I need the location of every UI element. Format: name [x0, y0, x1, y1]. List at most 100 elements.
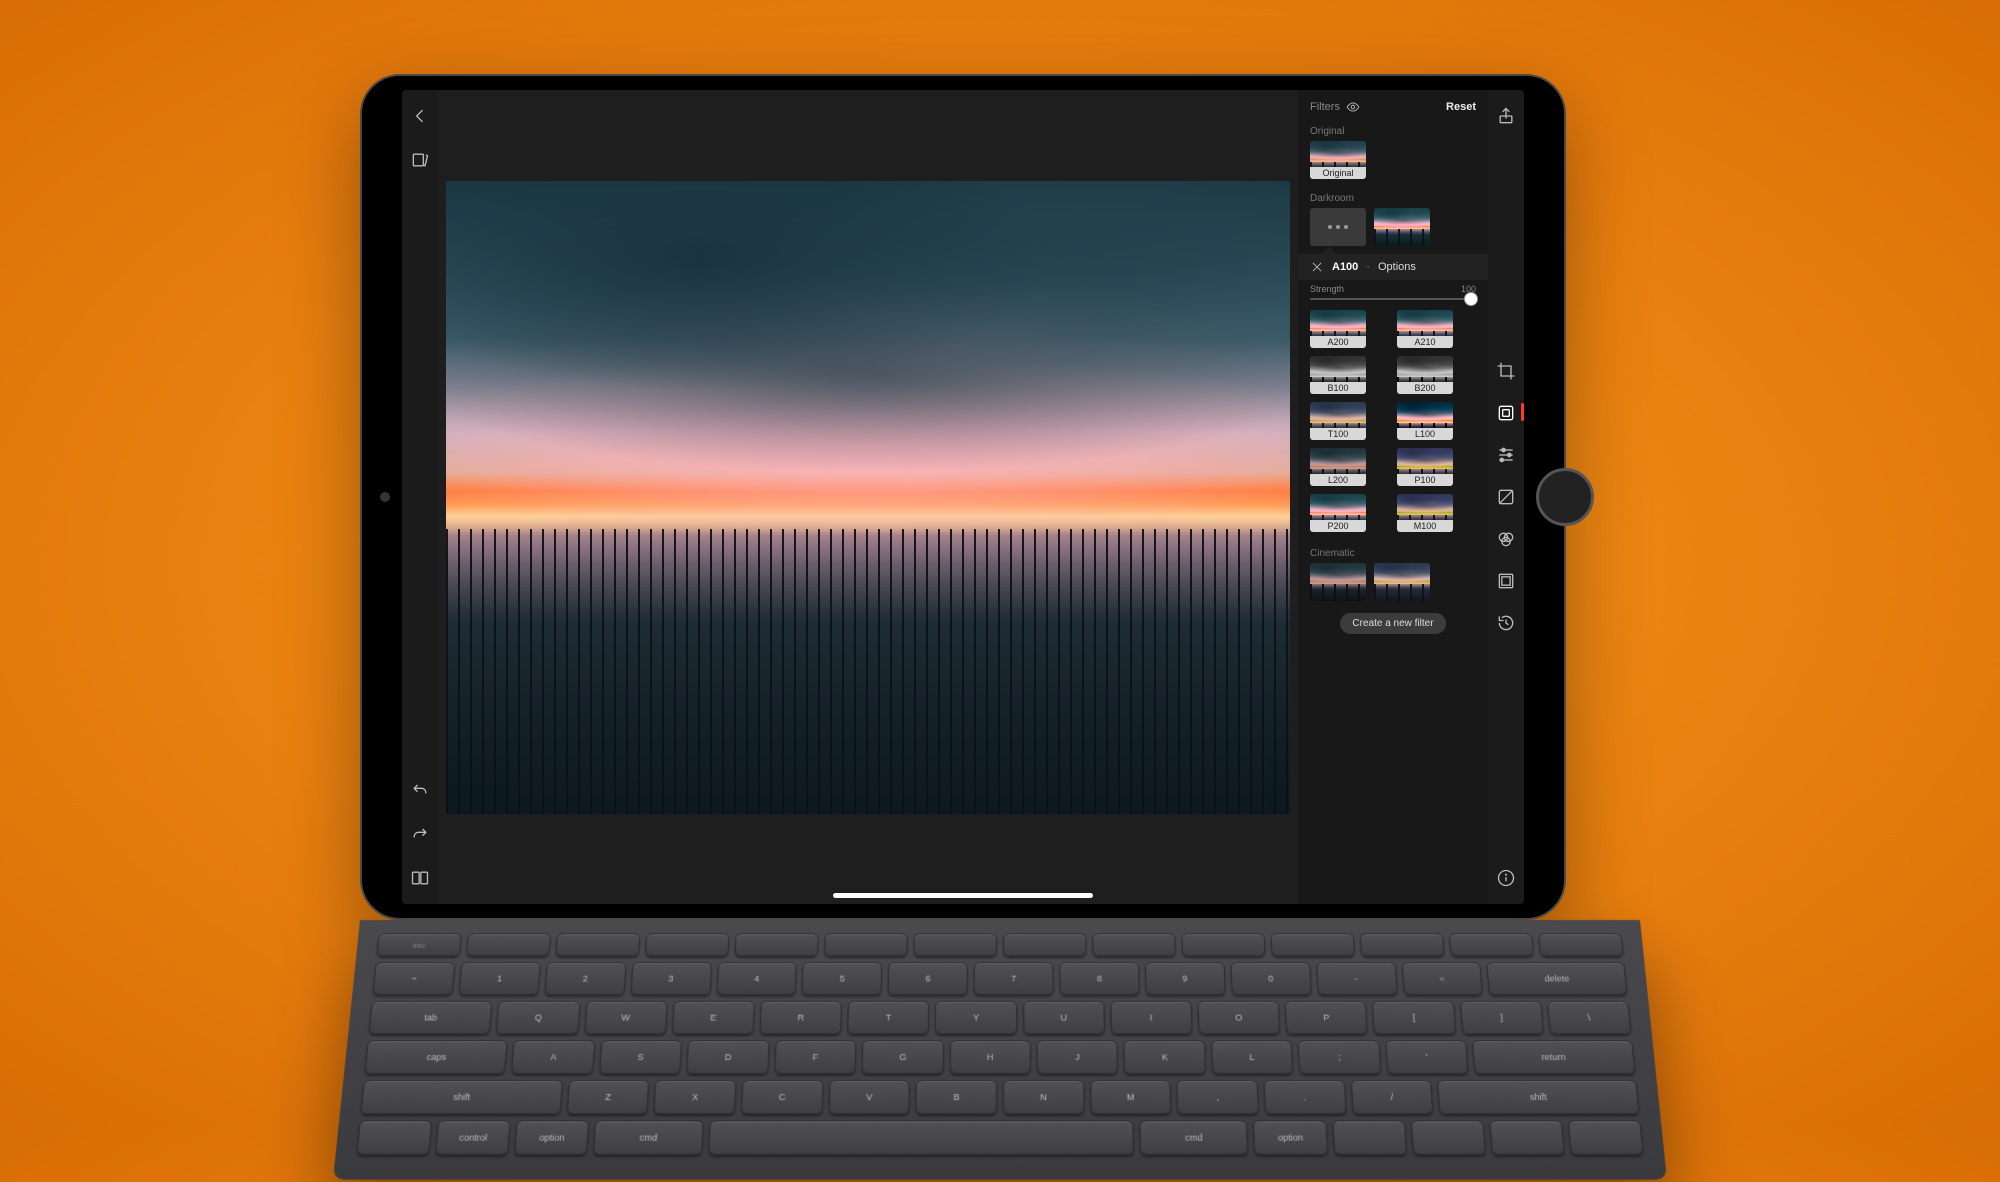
key[interactable]: K [1124, 1040, 1206, 1074]
key[interactable]: , [1177, 1080, 1259, 1114]
key[interactable]: C [741, 1080, 823, 1114]
key[interactable]: ; [1298, 1040, 1381, 1074]
key[interactable]: F [774, 1040, 856, 1074]
key[interactable] [645, 933, 729, 956]
key[interactable] [1332, 1120, 1407, 1155]
key[interactable] [824, 933, 908, 956]
filter-a210[interactable]: A210 [1397, 310, 1453, 348]
create-filter-button[interactable]: Create a new filter [1340, 613, 1445, 634]
filter-l200[interactable]: L200 [1310, 448, 1366, 486]
key[interactable]: 0 [1230, 962, 1311, 995]
key[interactable]: Q [496, 1001, 580, 1034]
library-icon[interactable] [410, 150, 430, 170]
key[interactable]: . [1264, 1080, 1347, 1114]
key[interactable] [555, 933, 640, 956]
filter-m100[interactable]: M100 [1397, 494, 1453, 532]
key[interactable] [1411, 1120, 1486, 1155]
key[interactable]: Z [566, 1080, 649, 1114]
key[interactable]: 9 [1145, 962, 1226, 995]
key[interactable]: ' [1385, 1040, 1468, 1074]
filter-a100[interactable] [1374, 208, 1430, 246]
filter-original[interactable]: Original [1310, 141, 1366, 179]
key[interactable]: E [672, 1001, 755, 1034]
key[interactable]: ~ [372, 962, 455, 995]
visibility-icon[interactable] [1346, 100, 1360, 114]
curves-icon[interactable] [1496, 487, 1516, 507]
key[interactable]: T [847, 1001, 929, 1034]
key[interactable] [1538, 933, 1623, 956]
key[interactable]: J [1037, 1040, 1119, 1074]
back-icon[interactable] [410, 106, 430, 126]
key[interactable]: caps [364, 1040, 508, 1074]
filter-p200[interactable]: P200 [1310, 494, 1366, 532]
key[interactable]: esc [376, 933, 461, 956]
reset-button[interactable]: Reset [1446, 101, 1476, 113]
filter-b100[interactable]: B100 [1310, 356, 1366, 394]
options-label[interactable]: Options [1378, 261, 1416, 273]
slider-knob[interactable] [1464, 292, 1478, 306]
key[interactable]: option [514, 1120, 589, 1155]
crop-icon[interactable] [1496, 361, 1516, 381]
redo-icon[interactable] [410, 824, 430, 844]
key[interactable]: D [687, 1040, 770, 1074]
key[interactable]: 5 [802, 962, 882, 995]
key[interactable]: \ [1547, 1001, 1632, 1034]
key[interactable]: return [1472, 1040, 1635, 1074]
key[interactable]: 7 [974, 962, 1054, 995]
home-button[interactable] [1536, 468, 1594, 526]
key[interactable]: R [760, 1001, 843, 1034]
key[interactable] [1271, 933, 1355, 956]
key[interactable]: delete [1487, 962, 1628, 995]
key[interactable]: cmd [593, 1120, 703, 1155]
canvas[interactable] [438, 90, 1298, 904]
key[interactable]: 8 [1059, 962, 1139, 995]
key[interactable] [356, 1120, 432, 1155]
filter-p100[interactable]: P100 [1397, 448, 1453, 486]
key[interactable]: X [654, 1080, 737, 1114]
filter-cinematic-1[interactable] [1310, 563, 1366, 601]
key[interactable]: V [828, 1080, 910, 1114]
key[interactable]: shift [360, 1080, 562, 1114]
more-filters-tile[interactable] [1310, 208, 1366, 246]
close-icon[interactable] [1310, 260, 1324, 274]
key[interactable]: P [1285, 1001, 1368, 1034]
filter-l100[interactable]: L100 [1397, 402, 1453, 440]
filters-icon[interactable] [1496, 403, 1516, 423]
key[interactable] [466, 933, 551, 956]
key[interactable] [1449, 933, 1534, 956]
compare-icon[interactable] [410, 868, 430, 888]
key[interactable]: = [1401, 962, 1483, 995]
key[interactable] [1568, 1120, 1644, 1155]
adjust-icon[interactable] [1496, 445, 1516, 465]
key[interactable]: ] [1460, 1001, 1544, 1034]
share-icon[interactable] [1496, 106, 1516, 126]
undo-icon[interactable] [410, 780, 430, 800]
key[interactable]: [ [1372, 1001, 1456, 1034]
key[interactable]: H [949, 1040, 1030, 1074]
key[interactable]: tab [368, 1001, 492, 1034]
key[interactable]: O [1198, 1001, 1281, 1034]
key[interactable] [1181, 933, 1265, 956]
filter-b200[interactable]: B200 [1397, 356, 1453, 394]
filter-cinematic-2[interactable] [1374, 563, 1430, 601]
key[interactable]: A [512, 1040, 596, 1074]
key[interactable]: W [584, 1001, 667, 1034]
history-icon[interactable] [1496, 613, 1516, 633]
key[interactable]: option [1253, 1120, 1327, 1155]
key[interactable] [913, 933, 997, 956]
filter-a200[interactable]: A200 [1310, 310, 1366, 348]
key[interactable]: / [1351, 1080, 1434, 1114]
key[interactable]: U [1023, 1001, 1105, 1034]
key[interactable]: cmd [1140, 1120, 1249, 1155]
key[interactable]: 3 [630, 962, 711, 995]
key[interactable]: N [1003, 1080, 1084, 1114]
filter-t100[interactable]: T100 [1310, 402, 1366, 440]
key[interactable]: 4 [716, 962, 797, 995]
key[interactable]: - [1316, 962, 1398, 995]
key[interactable] [1003, 933, 1087, 956]
frame-icon[interactable] [1496, 571, 1516, 591]
key[interactable]: I [1110, 1001, 1192, 1034]
key[interactable]: 1 [458, 962, 540, 995]
key[interactable]: G [862, 1040, 944, 1074]
key[interactable] [734, 933, 818, 956]
